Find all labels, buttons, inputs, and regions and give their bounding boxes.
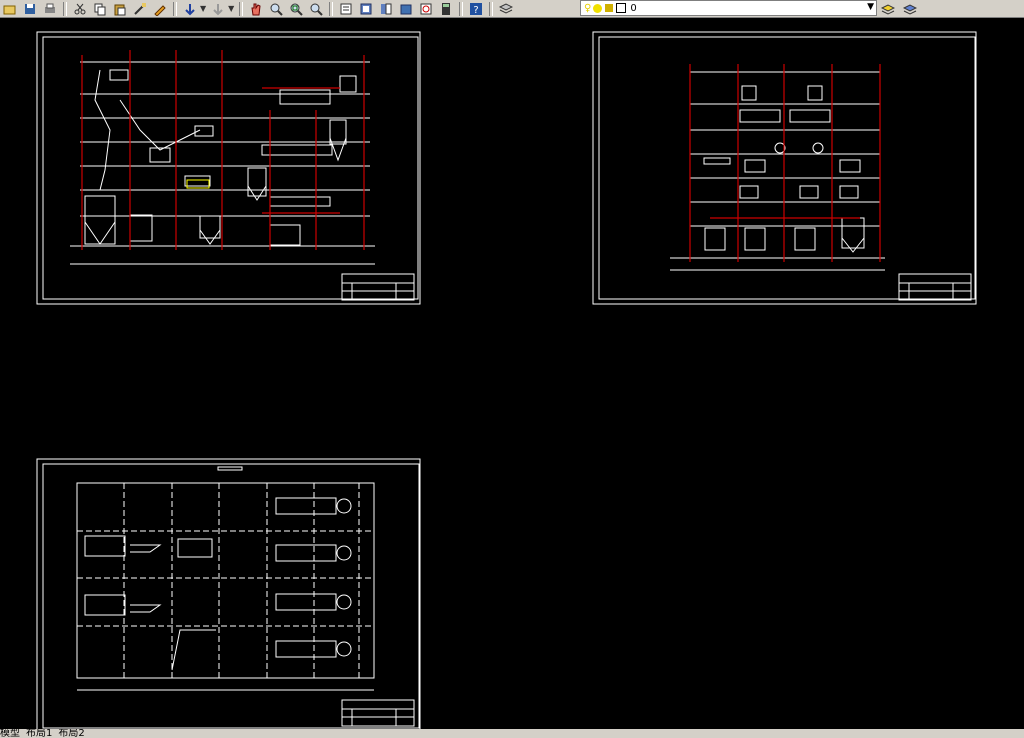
layer-previous-icon[interactable]	[901, 1, 919, 16]
layer-lock-icon[interactable]	[605, 4, 614, 12]
zoom-window-icon[interactable]	[287, 1, 305, 16]
layout-tabs: 模型 布局1 布局2	[0, 729, 1024, 738]
separator	[239, 1, 244, 16]
zoom-previous-icon[interactable]	[307, 1, 325, 16]
make-object-layer-current-icon[interactable]	[879, 1, 897, 16]
layer-freeze-icon[interactable]	[593, 3, 603, 13]
pan-icon[interactable]	[247, 1, 265, 16]
tab-layout-2[interactable]: 布局2	[58, 729, 84, 738]
drawing-sheet-elevation-1-highlights	[186, 179, 210, 189]
design-center-icon[interactable]	[357, 1, 375, 16]
layer-manager-icon[interactable]	[497, 1, 515, 16]
match-properties-icon[interactable]	[131, 1, 149, 16]
drawing-sheet-elevation-1	[36, 31, 421, 305]
layer-on-icon[interactable]: ♀	[584, 3, 591, 14]
separator	[459, 1, 464, 16]
print-icon[interactable]	[41, 1, 59, 16]
layer-dropdown[interactable]: ♀ 0 ▼	[580, 0, 877, 16]
undo-dropdown-icon[interactable]: ▼	[200, 4, 206, 13]
markup-icon[interactable]	[417, 1, 435, 16]
tool-palettes-icon[interactable]	[377, 1, 395, 16]
help-icon[interactable]: ?	[467, 1, 485, 16]
save-icon[interactable]	[21, 1, 39, 16]
separator	[329, 1, 334, 16]
tab-layout-1[interactable]: 布局1	[26, 729, 52, 738]
separator	[489, 1, 494, 16]
drawing-sheet-plan	[36, 458, 421, 730]
paste-icon[interactable]	[111, 1, 129, 16]
redo-icon[interactable]	[209, 1, 227, 16]
copy-icon[interactable]	[91, 1, 109, 16]
chevron-down-icon[interactable]: ▼	[867, 2, 874, 12]
separator	[173, 1, 177, 16]
cut-icon[interactable]	[71, 1, 89, 16]
redo-dropdown-icon[interactable]: ▼	[228, 4, 234, 13]
properties-icon[interactable]	[337, 1, 355, 16]
layer-name: 0	[630, 2, 637, 14]
undo-icon[interactable]	[181, 1, 199, 16]
drawing-sheet-elevation-2-columns	[689, 64, 881, 262]
zoom-realtime-icon[interactable]	[267, 1, 285, 16]
block-editor-icon[interactable]	[151, 1, 169, 16]
sheet-set-icon[interactable]	[397, 1, 415, 16]
open-icon[interactable]	[1, 1, 19, 16]
drawing-area[interactable]	[0, 18, 1024, 730]
calculator-icon[interactable]	[437, 1, 455, 16]
svg-text:?: ?	[474, 5, 479, 16]
layer-color-icon	[616, 3, 627, 13]
separator	[63, 1, 67, 16]
standard-toolbar: ▼ ▼ ? ♀ 0 ▼	[0, 0, 1024, 18]
tab-model[interactable]: 模型	[0, 729, 20, 738]
